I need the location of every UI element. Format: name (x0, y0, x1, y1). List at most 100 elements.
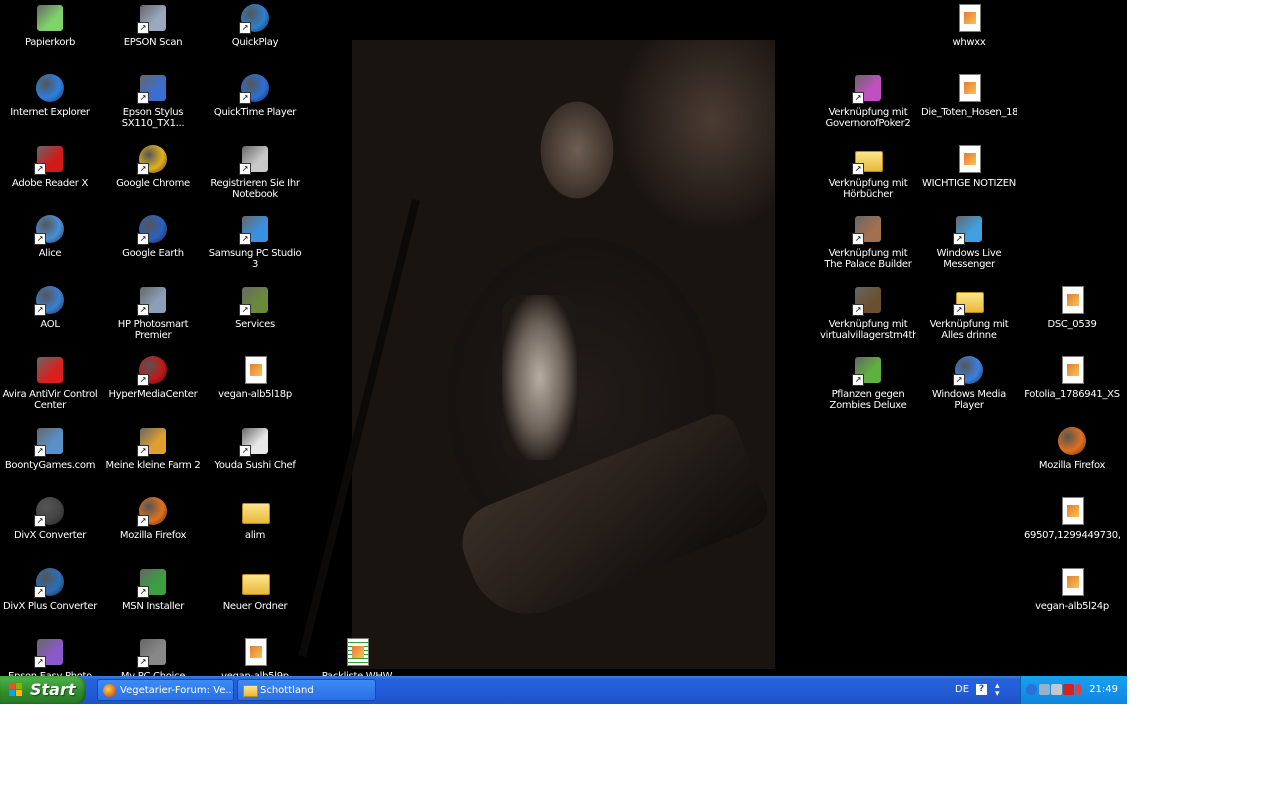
desktop-icon[interactable]: Neuer Ordner (207, 566, 303, 612)
shortcut-arrow-icon: ↗ (953, 304, 965, 316)
image-file-icon (239, 636, 271, 668)
clock[interactable]: 21:49 (1089, 676, 1118, 704)
desktop-icon[interactable]: ↗ MSN Installer (105, 566, 201, 612)
desktop-icon-label: vegan-alb5l24p (1035, 601, 1109, 612)
desktop-icon[interactable]: ↗ Mozilla Firefox (105, 495, 201, 541)
desktop-icon-label: Verknüpfung mit The Palace Builder (824, 248, 912, 270)
avira-tray-icon[interactable] (1063, 684, 1074, 695)
desktop-icon[interactable]: Internet Explorer (2, 72, 98, 118)
epson-scan-icon: ↗ (137, 2, 169, 34)
shortcut-arrow-icon: ↗ (852, 163, 864, 175)
desktop-icon[interactable]: ↗ Verknüpfung mit The Palace Builder (820, 213, 916, 270)
divx-converter-icon: ↗ (34, 495, 66, 527)
shortcut-arrow-icon: ↗ (239, 233, 251, 245)
desktop-icon[interactable]: vegan-alb5l24p (1024, 566, 1120, 612)
desktop-icon[interactable]: Mozilla Firefox (1024, 425, 1120, 471)
desktop-icon-label: Alice (38, 248, 62, 259)
desktop-icon-label: Die_Toten_Hosen_18 (921, 107, 1017, 118)
desktop-icon[interactable]: ↗ AOL (2, 284, 98, 330)
desktop-icon-label: EPSON Scan (123, 37, 183, 48)
desktop-icon-label: QuickPlay (231, 37, 279, 48)
image-file-icon (953, 2, 985, 34)
desktop-icon[interactable]: whwxx (921, 2, 1017, 48)
desktop-icon-label: Verknüpfung mit virtualvillagerstm4th... (820, 319, 916, 341)
desktop-icon[interactable]: ↗ Verknüpfung mit virtualvillagerstm4th..… (820, 284, 916, 341)
desktop-icon[interactable]: ↗ Epson Stylus SX110_TX1... (105, 72, 201, 129)
shortcut-arrow-icon: ↗ (239, 163, 251, 175)
desktop-icon[interactable]: ↗ Windows Live Messenger (921, 213, 1017, 270)
desktop-icon-label: Services (235, 319, 275, 330)
desktop-icon[interactable]: ↗ DivX Converter (2, 495, 98, 541)
taskbar-button-firefox[interactable]: Vegetarier-Forum: Ve... (97, 679, 234, 701)
desktop-icon[interactable]: vegan-alb5l18p (207, 354, 303, 400)
desktop-icon[interactable]: WICHTIGE NOTIZEN (921, 143, 1017, 189)
shortcut-arrow-icon: ↗ (137, 445, 149, 457)
desktop-icon[interactable]: ↗ Google Earth (105, 213, 201, 259)
desktop-icon[interactable]: Die_Toten_Hosen_18 (921, 72, 1017, 118)
avira-icon (34, 354, 66, 386)
desktop-icon[interactable]: ↗ Services (207, 284, 303, 330)
quickplay-icon: ↗ (239, 2, 271, 34)
desktop-icon[interactable]: Avira AntiVir Control Center (2, 354, 98, 411)
desktop-icon-label: Internet Explorer (10, 107, 90, 118)
shortcut-arrow-icon: ↗ (137, 374, 149, 386)
desktop-icon[interactable]: ↗ Verknüpfung mit Hörbücher (820, 143, 916, 200)
desktop-icon[interactable]: ↗ QuickTime Player (207, 72, 303, 118)
desktop-icon-label: Verknüpfung mit Hörbücher (828, 178, 908, 200)
desktop-icon[interactable]: ↗ BoontyGames.com (2, 425, 98, 471)
desktop-icon[interactable]: ↗ Verknüpfung mit Alles drinne (921, 284, 1017, 341)
epson-stylus-icon: ↗ (137, 72, 169, 104)
shortcut-arrow-icon: ↗ (34, 656, 46, 668)
desktop-icon[interactable]: 69507,1299449730,... (1024, 495, 1120, 541)
desktop-icon[interactable]: alim (207, 495, 303, 541)
desktop-icon[interactable]: ↗ Google Chrome (105, 143, 201, 189)
quickplay-tray-icon[interactable] (1026, 684, 1037, 695)
desktop-icon-label: Verknüpfung mit Alles drinne (929, 319, 1009, 341)
meine-kleine-farm-icon: ↗ (137, 425, 169, 457)
desktop-icon[interactable]: ↗ QuickPlay (207, 2, 303, 48)
monitor-tray-icon[interactable] (1051, 684, 1062, 695)
shortcut-arrow-icon: ↗ (137, 586, 149, 598)
help-icon[interactable]: ? (976, 684, 987, 695)
desktop-icon[interactable]: ↗ Windows Media Player (921, 354, 1017, 411)
youda-sushi-chef-icon: ↗ (239, 425, 271, 457)
desktop-icon[interactable]: DSC_0539 (1024, 284, 1120, 330)
hp-photosmart-icon: ↗ (137, 284, 169, 316)
desktop-icon[interactable]: ↗ Adobe Reader X (2, 143, 98, 189)
wallpaper-photo (298, 40, 775, 669)
image-file-icon (953, 72, 985, 104)
desktop-icon[interactable]: Fotolia_1786941_XS (1024, 354, 1120, 400)
desktop-icon[interactable]: Papierkorb (2, 2, 98, 48)
language-indicator[interactable]: DE (955, 676, 969, 704)
desktop-icon-label: Samsung PC Studio 3 (208, 248, 302, 270)
desktop-icon[interactable]: ↗ Youda Sushi Chef (207, 425, 303, 471)
shortcut-arrow-icon: ↗ (852, 304, 864, 316)
image-file-icon (1056, 566, 1088, 598)
google-chrome-icon: ↗ (137, 143, 169, 175)
network-tray-icon[interactable] (1039, 684, 1050, 695)
desktop-icon[interactable]: ↗ HyperMediaCenter (105, 354, 201, 400)
shortcut-arrow-icon: ↗ (137, 163, 149, 175)
shortcut-arrow-icon: ↗ (852, 374, 864, 386)
shortcut-arrow-icon: ↗ (953, 374, 965, 386)
aol-icon: ↗ (34, 284, 66, 316)
chevron-up-down-icon[interactable]: ▴ ▾ (995, 682, 1000, 699)
desktop-icon[interactable]: ↗ Verknüpfung mit GovernorofPoker2 (820, 72, 916, 129)
desktop-icon-label: Meine kleine Farm 2 (105, 460, 201, 471)
desktop-icon[interactable]: ↗ Meine kleine Farm 2 (105, 425, 201, 471)
taskbar-button-schottland[interactable]: Schottland (237, 679, 376, 701)
desktop-icon[interactable]: ↗ DivX Plus Converter (2, 566, 98, 612)
desktop-icon[interactable]: ↗ Registrieren Sie Ihr Notebook (207, 143, 303, 200)
desktop-icon-label: Verknüpfung mit GovernorofPoker2 (825, 107, 911, 129)
desktop-icon-label: QuickTime Player (213, 107, 297, 118)
desktop-icon[interactable]: ↗ HP Photosmart Premier (105, 284, 201, 341)
desktop-icon[interactable]: ↗ EPSON Scan (105, 2, 201, 48)
desktop-icon-label: MSN Installer (121, 601, 185, 612)
start-button[interactable]: Start (0, 676, 86, 704)
plants-vs-zombies-icon: ↗ (852, 354, 884, 386)
desktop-icon[interactable]: ↗ Pflanzen gegen Zombies Deluxe (820, 354, 916, 411)
desktop-icon[interactable]: ↗ Samsung PC Studio 3 (207, 213, 303, 270)
security-tray-icon[interactable] (1075, 684, 1081, 695)
folder-icon (239, 566, 271, 598)
desktop-icon[interactable]: ↗ Alice (2, 213, 98, 259)
